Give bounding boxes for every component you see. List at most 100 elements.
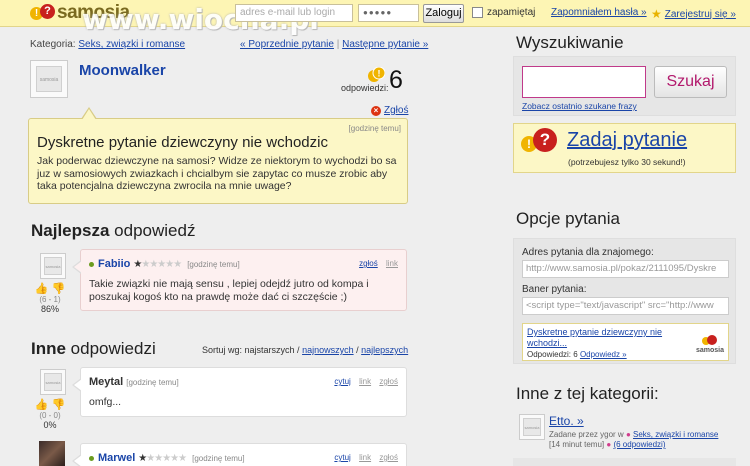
ask-question-link[interactable]: Zadaj pytanie <box>567 129 687 152</box>
rating-stars-icon: ★★★★★★ <box>138 452 187 464</box>
other-question-avatar[interactable]: samosia <box>519 414 545 440</box>
answer-text: Takie związki nie mają sensu , lepiej od… <box>89 278 369 303</box>
breadcrumb: Kategoria: Seks, związki i romanse <box>30 39 185 50</box>
question-pager: « Poprzednie pytanie | Następne pytanie … <box>240 39 428 50</box>
remember-label: zapamiętaj <box>487 7 536 18</box>
address-label: Adres pytania dla znajomego: <box>522 247 654 258</box>
answers-icon: ● <box>606 440 612 449</box>
svg-text:!: ! <box>378 69 381 79</box>
other-question-meta: Zadane przez ygor w ● Seks, związki i ro… <box>549 430 719 449</box>
sort-newest-link[interactable]: najnowszych <box>302 345 354 355</box>
answer-time: [godzinę temu] <box>187 259 240 269</box>
top-bar: ! ? samosia www.wiocha.pl adres e-mail l… <box>0 0 750 36</box>
prev-question-link[interactable]: « Poprzednie pytanie <box>240 39 334 50</box>
answer-link[interactable]: link <box>359 377 371 386</box>
answers-bubble-icon: ! <box>368 67 385 82</box>
rating-stars-icon: ★★★★★★ <box>133 258 182 270</box>
register-row[interactable]: ★ Zarejestruj się » <box>651 7 736 21</box>
banner-logo-icon: samosia <box>696 335 724 354</box>
banner-answers: Odpowiedzi: 6 Odpowiedz » <box>527 350 627 359</box>
login-button[interactable]: Zaloguj <box>423 4 464 23</box>
question-options-panel: Adres pytania dla znajomego: http://www.… <box>513 238 736 364</box>
search-button[interactable]: Szukaj <box>654 66 727 98</box>
ask-question-panel: ! ? Zadaj pytanie (potrzebujesz tylko 30… <box>513 123 736 173</box>
question-body: Jak poderwac dziewczyne na samosi? Widze… <box>37 155 397 192</box>
question-title: Dyskretne pytanie dziewczyny nie wchodzi… <box>37 134 328 151</box>
vote-percent: 86% <box>40 304 59 314</box>
question-options-heading: Opcje pytania <box>516 209 620 228</box>
sort-best-link[interactable]: najlepszych <box>361 345 408 355</box>
answer-time: [godzinę temu] <box>192 453 245 463</box>
question-time: [godzinę temu] <box>348 124 401 133</box>
thumb-down-icon[interactable]: 👎 <box>52 398 66 411</box>
best-answer-votes: 👍 👎 (6 - 1) 86% <box>33 282 67 314</box>
answer-box: Marwel ★★★★★★ [godzinę temu] cytuj link … <box>72 443 407 466</box>
other-answers-heading: Inne odpowiedzi <box>31 339 156 358</box>
search-panel: Szukaj Zobacz ostatnio szukane frazy <box>513 56 736 116</box>
report-icon: × <box>371 105 381 116</box>
banner-label: Baner pytania: <box>522 284 587 295</box>
recent-searches-link[interactable]: Zobacz ostatnio szukane frazy <box>522 101 637 111</box>
answer-avatar-photo[interactable] <box>39 441 65 466</box>
ask-question-subtitle: (potrzebujesz tylko 30 sekund!) <box>568 157 686 167</box>
other-question-answers-link[interactable]: (6 odpowiedzi) <box>613 440 665 449</box>
best-answer-heading: Najlepsza odpowiedź <box>31 221 196 240</box>
search-heading: Wyszukiwanie <box>516 33 624 52</box>
banner-answer-link[interactable]: Odpowiedz » <box>580 350 627 359</box>
answer-text: omfg... <box>89 396 122 408</box>
answer-report-link[interactable]: zgłoś <box>379 453 398 462</box>
question-author-name[interactable]: Moonwalker <box>79 62 166 79</box>
thumb-up-icon[interactable]: 👍 <box>35 398 49 411</box>
answer-box: Meytal [godzinę temu] cytuj link zgłoś o… <box>72 367 407 417</box>
other-question-link[interactable]: Etto. » <box>549 414 584 428</box>
register-link[interactable]: Zarejestruj się » <box>665 9 736 20</box>
banner-code-field[interactable]: <script type="text/javascript" src="http… <box>522 297 729 315</box>
other-in-category-heading: Inne z tej kategorii: <box>516 384 659 403</box>
answer-avatar[interactable]: samosia <box>40 369 66 395</box>
thumb-down-icon[interactable]: 👎 <box>52 282 66 295</box>
best-answer-avatar[interactable]: samosia <box>40 253 66 279</box>
star-icon: ★ <box>651 7 662 21</box>
sort-options: Sortuj wg: najstarszych / najnowszych / … <box>202 345 409 355</box>
answer-author[interactable]: Marwel <box>98 452 135 464</box>
answer-votes: 👍 👎 (0 - 0) 0% <box>34 398 66 430</box>
banner-preview: Dyskretne pytanie dziewczyny nie wchodzi… <box>522 323 729 361</box>
answer-author[interactable]: Fabiio <box>98 258 130 270</box>
sidebar-divider <box>513 458 736 466</box>
thumb-up-icon[interactable]: 👍 <box>35 282 49 295</box>
email-input[interactable]: adres e-mail lub login <box>235 4 353 22</box>
best-answer-box: Fabiio ★★★★★★ [godzinę temu] zgłoś link … <box>72 249 407 311</box>
password-input[interactable]: ●●●●● <box>358 4 419 22</box>
report-link[interactable]: Zgłoś <box>384 105 408 116</box>
remember-checkbox-row[interactable]: zapamiętaj <box>472 7 535 18</box>
answer-quote-link[interactable]: cytuj <box>334 453 350 462</box>
question-box: [godzinę temu] Dyskretne pytanie dziewcz… <box>28 107 408 204</box>
next-question-link[interactable]: Następne pytanie » <box>342 39 428 50</box>
ask-question-icon: ? <box>533 128 557 152</box>
remember-checkbox[interactable] <box>472 7 483 18</box>
answer-author[interactable]: Meytal <box>89 376 123 388</box>
answer-report-link[interactable]: zgłoś <box>379 377 398 386</box>
answer-time: [godzinę temu] <box>126 377 179 387</box>
answer-link[interactable]: link <box>386 259 398 268</box>
breadcrumb-prefix: Kategoria: <box>30 39 76 50</box>
breadcrumb-category-link[interactable]: Seks, związki i romanse <box>78 39 185 50</box>
answers-label: odpowiedzi: <box>341 83 389 93</box>
vote-score: (6 - 1) <box>39 295 61 304</box>
answer-report-link[interactable]: zgłoś <box>359 259 378 268</box>
other-question-category-link[interactable]: Seks, związki i romanse <box>633 430 718 439</box>
online-dot-icon <box>89 261 94 267</box>
search-input[interactable] <box>522 66 646 98</box>
logo-question-icon: ? <box>40 3 55 19</box>
question-author-avatar[interactable]: samosia <box>30 60 68 98</box>
forgot-password-link[interactable]: Zapomniałem hasła » <box>551 7 647 18</box>
address-field[interactable]: http://www.samosia.pl/pokaz/2111095/Dysk… <box>522 260 729 278</box>
pager-separator: | <box>336 39 340 50</box>
online-dot-icon <box>89 455 94 461</box>
answers-count: 6 <box>389 66 403 94</box>
category-icon: ● <box>625 430 631 439</box>
report-question[interactable]: × Zgłoś <box>371 105 408 116</box>
answer-quote-link[interactable]: cytuj <box>334 377 350 386</box>
answer-link[interactable]: link <box>359 453 371 462</box>
banner-question-link[interactable]: Dyskretne pytanie dziewczyny nie wchodzi… <box>527 327 677 349</box>
